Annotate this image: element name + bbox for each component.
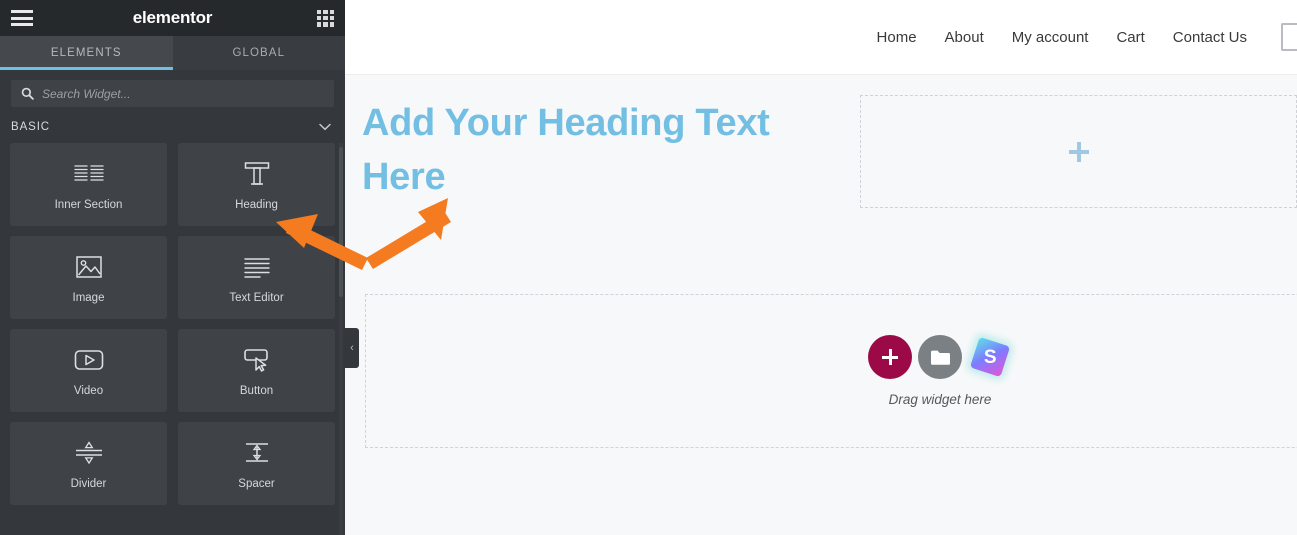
- tab-global[interactable]: GLOBAL: [172, 36, 345, 70]
- empty-section-dropzone[interactable]: [860, 95, 1297, 208]
- folder-icon: [930, 350, 950, 365]
- elementor-logo-title: elementor: [132, 8, 213, 27]
- panel-collapse-handle[interactable]: ‹: [345, 328, 359, 368]
- widget-button[interactable]: Button: [178, 329, 335, 412]
- widget-list-scroll[interactable]: Inner Section Heading Image Text Editor …: [0, 143, 345, 535]
- search-widget-input[interactable]: [42, 86, 324, 101]
- widget-label: Divider: [70, 477, 107, 490]
- widget-inner-section[interactable]: Inner Section: [10, 143, 167, 226]
- site-navigation: Home About My account Cart Contact Us: [863, 29, 1261, 46]
- hamburger-menu-icon[interactable]: [11, 10, 33, 26]
- widget-divider[interactable]: Divider: [10, 422, 167, 505]
- widget-video[interactable]: Video: [10, 329, 167, 412]
- search-widget-box[interactable]: [11, 80, 334, 107]
- widget-label: Text Editor: [229, 291, 284, 304]
- template-library-button[interactable]: [918, 335, 962, 379]
- page-heading[interactable]: Add Your Heading Text Here: [362, 97, 840, 205]
- plus-icon[interactable]: [1068, 141, 1089, 162]
- apps-grid-icon[interactable]: [317, 9, 334, 27]
- category-label: BASIC: [11, 121, 51, 133]
- envato-s-icon: S: [969, 336, 1011, 378]
- widget-label: Image: [72, 291, 105, 304]
- elementor-editor: elementor ELEMENTS GLOBAL BASIC: [0, 0, 1297, 535]
- widget-grid: Inner Section Heading Image Text Editor …: [10, 143, 335, 505]
- spacer-icon: [242, 438, 272, 468]
- search-widget-container: [0, 70, 345, 115]
- site-preview: Home About My account Cart Contact Us Ad…: [345, 0, 1297, 535]
- widget-label: Heading: [235, 198, 278, 211]
- top-content-row: Add Your Heading Text Here: [345, 75, 1297, 208]
- image-icon: [75, 252, 102, 282]
- chevron-down-icon: [319, 123, 331, 131]
- widget-label: Inner Section: [54, 198, 123, 211]
- text-editor-icon: [243, 252, 271, 282]
- inner-section-icon: [73, 159, 104, 189]
- nav-item-home[interactable]: Home: [863, 29, 931, 46]
- widget-label: Spacer: [238, 477, 275, 490]
- elementor-panel: elementor ELEMENTS GLOBAL BASIC: [0, 0, 345, 535]
- nav-item-contact-us[interactable]: Contact Us: [1159, 29, 1261, 46]
- video-play-icon: [74, 345, 104, 375]
- widget-spacer[interactable]: Spacer: [178, 422, 335, 505]
- heading-t-icon: [243, 159, 271, 189]
- widget-label: Video: [73, 384, 104, 397]
- drag-widget-dropzone[interactable]: S Drag widget here: [365, 294, 1297, 448]
- divider-icon: [74, 438, 104, 468]
- heading-column: Add Your Heading Text Here: [345, 75, 860, 205]
- panel-scrollbar-thumb[interactable]: [339, 147, 343, 297]
- nav-item-cart[interactable]: Cart: [1102, 29, 1158, 46]
- nav-item-my-account[interactable]: My account: [998, 29, 1103, 46]
- widget-label: Button: [239, 384, 274, 397]
- envato-elements-button[interactable]: S: [968, 335, 1012, 379]
- drag-widget-label: Drag widget here: [888, 392, 992, 407]
- widget-image[interactable]: Image: [10, 236, 167, 319]
- tab-elements[interactable]: ELEMENTS: [0, 36, 173, 70]
- widget-text-editor[interactable]: Text Editor: [178, 236, 335, 319]
- plus-icon: [882, 349, 898, 365]
- panel-tabs: ELEMENTS GLOBAL: [0, 36, 345, 70]
- header-search-box-partial[interactable]: [1281, 23, 1297, 51]
- panel-header: elementor: [0, 0, 345, 36]
- nav-item-about[interactable]: About: [931, 29, 998, 46]
- button-cursor-icon: [242, 345, 272, 375]
- dropzone-buttons: S: [868, 335, 1012, 379]
- site-header: Home About My account Cart Contact Us: [345, 0, 1297, 75]
- category-basic-toggle[interactable]: BASIC: [0, 115, 345, 143]
- add-widget-button[interactable]: [868, 335, 912, 379]
- search-icon: [21, 87, 34, 100]
- widget-heading[interactable]: Heading: [178, 143, 335, 226]
